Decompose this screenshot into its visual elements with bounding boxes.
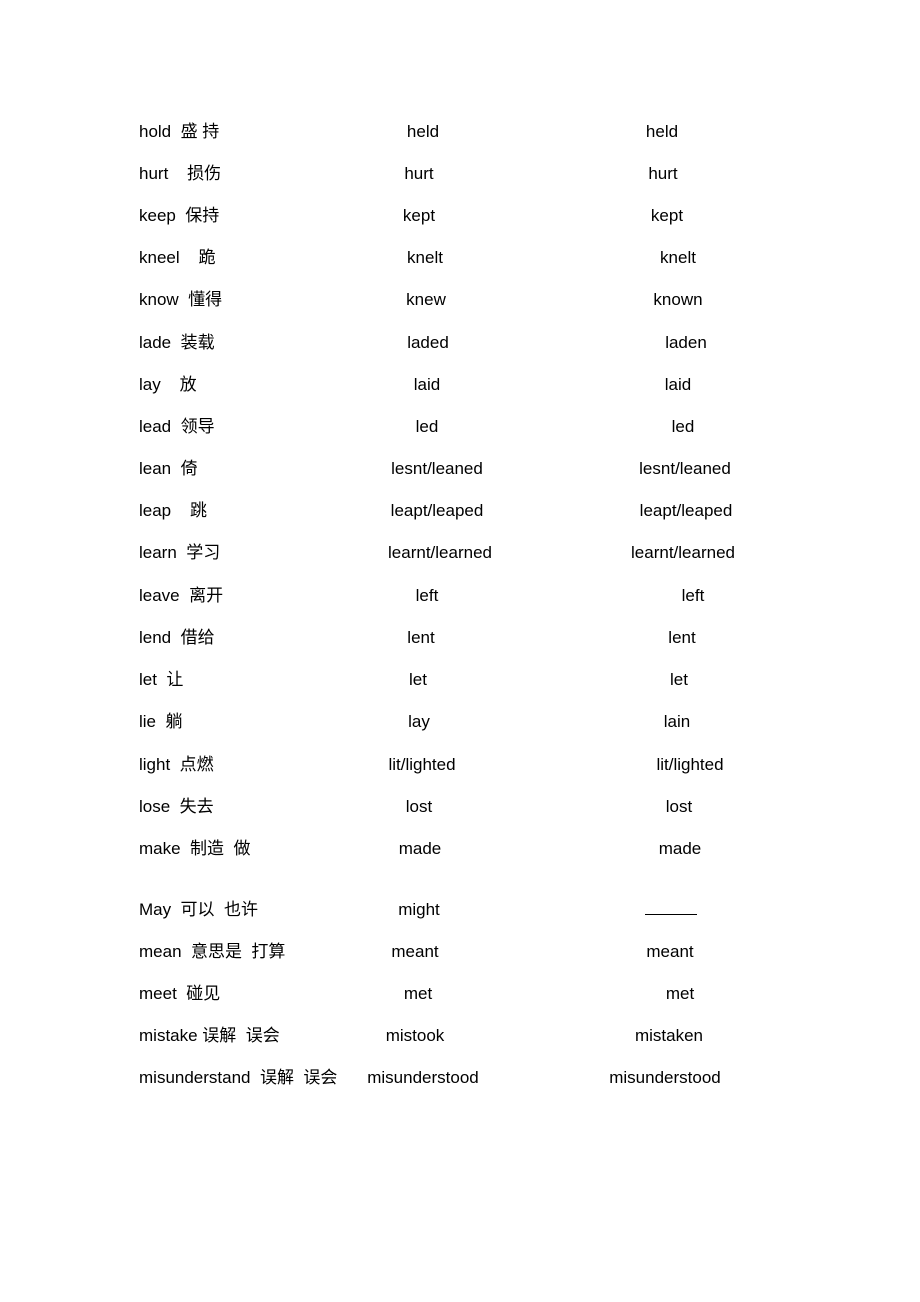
past-tense: led (415, 417, 439, 436)
past-tense: mistook (385, 1026, 445, 1045)
past-participle: knelt (660, 248, 696, 267)
past-participle: learnt/learned (631, 543, 735, 562)
past-tense: might (398, 900, 440, 919)
past-participle: laid (664, 375, 692, 394)
past-tense: knelt (407, 248, 443, 267)
past-participle: mistaken (634, 1026, 704, 1045)
base-form: lade 装载 (139, 333, 215, 352)
past-tense: knew (406, 290, 446, 309)
base-form: light 点燃 (139, 755, 214, 774)
past-tense: lent (407, 628, 435, 647)
base-form: keep 保持 (139, 206, 220, 225)
base-form: know 懂得 (139, 290, 223, 309)
past-tense: held (406, 122, 440, 141)
base-form: May 可以 也许 (139, 900, 259, 919)
past-tense: laded (407, 333, 449, 352)
base-form: let 让 (139, 670, 184, 689)
past-tense: leapt/leaped (390, 501, 484, 520)
blank-line (645, 900, 697, 915)
base-form: lie 躺 (139, 712, 183, 731)
past-participle: lost (665, 797, 693, 816)
base-form: make 制造 做 (139, 839, 251, 858)
past-participle: led (671, 417, 695, 436)
base-form: leave 离开 (139, 586, 224, 605)
past-participle: leapt/leaped (639, 501, 733, 520)
past-participle: held (645, 122, 679, 141)
past-participle: laden (665, 333, 707, 352)
past-tense: lit/lighted (388, 755, 456, 774)
base-form: learn 学习 (139, 543, 221, 562)
past-participle: let (670, 670, 688, 689)
past-participle: misunderstood (609, 1068, 721, 1087)
past-participle: lent (668, 628, 696, 647)
past-participle: known (653, 290, 703, 309)
base-form: hold 盛 持 (139, 122, 220, 141)
base-form: mean 意思是 打算 (139, 942, 286, 961)
past-tense: made (398, 839, 442, 858)
past-tense: laid (413, 375, 441, 394)
past-tense: let (409, 670, 427, 689)
base-form: lend 借给 (139, 628, 215, 647)
base-form: lead 领导 (139, 417, 215, 436)
past-tense: learnt/learned (388, 543, 492, 562)
past-participle (645, 900, 697, 920)
past-tense: hurt (404, 164, 434, 183)
base-form: leap 跳 (139, 501, 208, 520)
past-tense: met (403, 984, 433, 1003)
past-participle: met (665, 984, 695, 1003)
past-participle: lit/lighted (656, 755, 724, 774)
past-tense: lay (408, 712, 430, 731)
past-tense: lost (405, 797, 433, 816)
base-form: misunderstand 误解 误会 (139, 1068, 338, 1087)
past-tense: kept (402, 206, 436, 225)
past-tense: meant (391, 942, 439, 961)
past-tense: misunderstood (367, 1068, 479, 1087)
base-form: meet 碰见 (139, 984, 221, 1003)
base-form: kneel 跪 (139, 248, 216, 267)
past-participle: kept (650, 206, 684, 225)
past-participle: left (681, 586, 705, 605)
past-participle: lain (663, 712, 691, 731)
base-form: lose 失去 (139, 797, 214, 816)
past-tense: left (415, 586, 439, 605)
base-form: lay 放 (139, 375, 197, 394)
past-participle: lesnt/leaned (639, 459, 731, 478)
base-form: lean 倚 (139, 459, 198, 478)
base-form: hurt 损伤 (139, 164, 222, 183)
past-tense: lesnt/leaned (391, 459, 483, 478)
past-participle: made (658, 839, 702, 858)
past-participle: meant (646, 942, 694, 961)
past-participle: hurt (648, 164, 678, 183)
base-form: mistake 误解 误会 (139, 1026, 280, 1045)
